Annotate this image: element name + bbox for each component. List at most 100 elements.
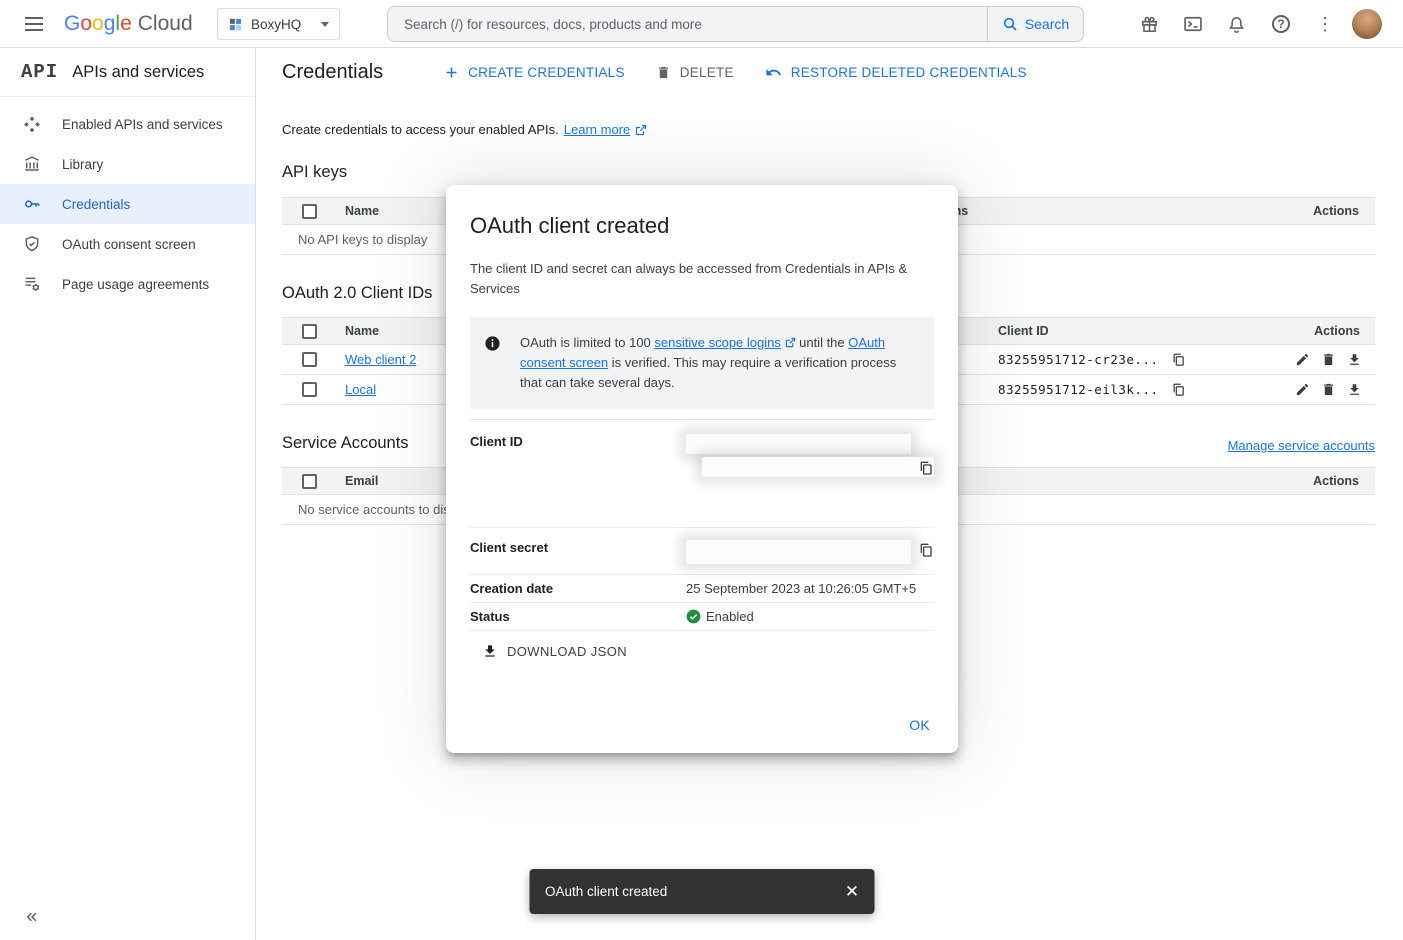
page-title: Credentials <box>282 61 383 84</box>
sensitive-scope-logins-link[interactable]: sensitive scope logins <box>654 335 780 350</box>
google-cloud-logo[interactable]: Google Cloud <box>64 0 193 47</box>
copy-client-secret-button[interactable] <box>918 542 934 558</box>
external-link-icon <box>785 337 796 348</box>
top-bar: Google Cloud BoxyHQ Search ? ⋮ <box>0 0 1403 48</box>
dialog-fields: Client ID Client secret Creation date 25… <box>470 419 934 631</box>
sidebar-item-enabled-apis[interactable]: Enabled APIs and services <box>0 104 255 144</box>
oauth-client-link[interactable]: Web client 2 <box>345 352 416 367</box>
page-description: Create credentials to access your enable… <box>282 122 1375 137</box>
sidebar-header: API APIs and services <box>0 48 255 97</box>
column-actions: Actions <box>1287 324 1376 338</box>
copy-icon <box>1171 382 1186 397</box>
gift-icon <box>1140 15 1159 34</box>
collapse-chevrons-icon <box>22 908 40 926</box>
sidebar: API APIs and services Enabled APIs and s… <box>0 48 256 940</box>
empty-state-text: No service accounts to display <box>282 502 474 517</box>
creation-date-value: 25 September 2023 at 10:26:05 GMT+5 <box>686 581 934 596</box>
edit-client-button[interactable] <box>1295 352 1310 367</box>
restore-deleted-credentials-button[interactable]: RESTORE DELETED CREDENTIALS <box>765 64 1027 81</box>
client-id-label: Client ID <box>470 434 686 477</box>
ok-button[interactable]: OK <box>909 717 930 733</box>
snackbar: OAuth client created ✕ <box>529 869 874 914</box>
logo-letter: o <box>80 12 92 36</box>
snackbar-close-button[interactable]: ✕ <box>830 869 874 914</box>
account-avatar[interactable] <box>1352 9 1382 39</box>
download-json-label: DOWNLOAD JSON <box>507 644 627 659</box>
pencil-icon <box>1295 352 1310 367</box>
select-all-checkbox[interactable] <box>302 204 317 219</box>
redacted-client-secret <box>686 540 911 564</box>
sidebar-title: APIs and services <box>72 63 204 82</box>
column-client-id: Client ID <box>998 324 1287 338</box>
creation-date-row: Creation date 25 September 2023 at 10:26… <box>470 575 934 603</box>
column-actions: Actions <box>1286 204 1375 218</box>
notice-pre: OAuth is limited to 100 <box>520 335 654 350</box>
dialog-body-text: The client ID and secret can always be a… <box>470 259 912 299</box>
copy-icon <box>918 542 934 558</box>
notice-text: OAuth is limited to 100 sensitive scope … <box>520 333 916 393</box>
trash-icon <box>1321 382 1336 397</box>
plus-icon <box>444 65 459 80</box>
key-icon <box>23 195 41 213</box>
download-icon <box>1347 382 1362 397</box>
search-bar: Search <box>387 6 1084 42</box>
create-credentials-button[interactable]: CREATE CREDENTIALS <box>444 65 625 80</box>
search-input[interactable] <box>388 7 987 41</box>
row-checkbox[interactable] <box>302 352 317 367</box>
delete-label: DELETE <box>680 65 734 80</box>
terminal-icon <box>1183 14 1203 34</box>
search-button[interactable]: Search <box>987 7 1083 41</box>
project-icon <box>228 17 243 32</box>
project-name: BoxyHQ <box>251 17 301 32</box>
restore-label: RESTORE DELETED CREDENTIALS <box>791 65 1027 80</box>
search-icon <box>1002 16 1018 32</box>
pencil-icon <box>1295 382 1310 397</box>
oauth-client-link[interactable]: Local <box>345 382 376 397</box>
sidebar-item-credentials[interactable]: Credentials <box>0 184 255 224</box>
oauth-client-created-dialog: OAuth client created The client ID and s… <box>446 185 958 753</box>
hamburger-menu-button[interactable] <box>14 4 54 44</box>
manage-service-accounts-link[interactable]: Manage service accounts <box>1228 438 1375 453</box>
logo-cloud-text: Cloud <box>138 12 193 36</box>
help-button[interactable]: ? <box>1267 10 1295 38</box>
more-vert-icon: ⋮ <box>1316 14 1334 35</box>
delete-client-button[interactable] <box>1321 352 1336 367</box>
sidebar-item-library[interactable]: Library <box>0 144 255 184</box>
hamburger-icon <box>25 17 43 31</box>
collapse-sidebar-button[interactable] <box>14 900 48 934</box>
chevron-down-icon <box>321 22 329 27</box>
copy-client-id-button[interactable] <box>1171 382 1186 397</box>
copy-client-id-button[interactable] <box>918 460 934 476</box>
notice-mid: until the <box>796 335 849 350</box>
delete-button[interactable]: DELETE <box>656 65 734 80</box>
close-icon: ✕ <box>845 882 859 902</box>
project-selector[interactable]: BoxyHQ <box>217 8 340 40</box>
sidebar-item-label: Page usage agreements <box>62 277 209 292</box>
logo-letter: G <box>64 12 80 36</box>
cloud-shell-button[interactable] <box>1179 10 1207 38</box>
sidebar-item-label: Enabled APIs and services <box>62 117 223 132</box>
download-client-button[interactable] <box>1347 352 1362 367</box>
page-header: Credentials CREATE CREDENTIALS DELETE RE… <box>282 48 1375 96</box>
learn-more-link[interactable]: Learn more <box>564 122 630 137</box>
row-checkbox[interactable] <box>302 382 317 397</box>
redacted-client-id-line1 <box>686 434 911 454</box>
dialog-title: OAuth client created <box>470 213 934 239</box>
api-keys-heading: API keys <box>282 163 1375 182</box>
more-options-button[interactable]: ⋮ <box>1311 10 1339 38</box>
copy-client-id-button[interactable] <box>1171 352 1186 367</box>
download-client-button[interactable] <box>1347 382 1362 397</box>
notifications-button[interactable] <box>1222 10 1250 38</box>
client-secret-label: Client secret <box>470 540 686 564</box>
edit-client-button[interactable] <box>1295 382 1310 397</box>
select-all-checkbox[interactable] <box>302 324 317 339</box>
sidebar-item-oauth-consent[interactable]: OAuth consent screen <box>0 224 255 264</box>
delete-client-button[interactable] <box>1321 382 1336 397</box>
download-icon <box>482 643 498 659</box>
download-json-button[interactable]: DOWNLOAD JSON <box>482 643 627 659</box>
free-trial-gift-button[interactable] <box>1135 10 1163 38</box>
copy-icon <box>1171 352 1186 367</box>
select-all-checkbox[interactable] <box>302 474 317 489</box>
creation-date-label: Creation date <box>470 581 686 596</box>
sidebar-item-page-usage[interactable]: Page usage agreements <box>0 264 255 304</box>
